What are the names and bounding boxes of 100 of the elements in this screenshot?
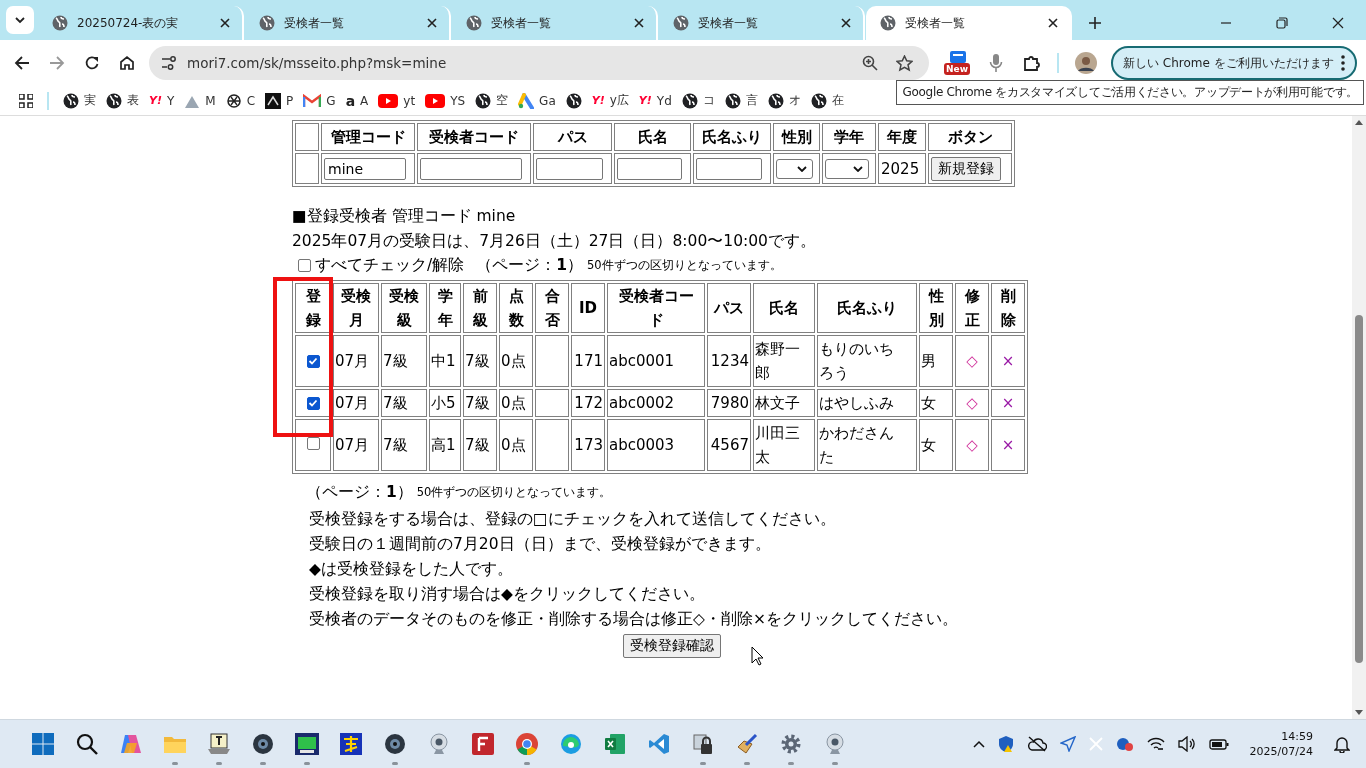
- clock[interactable]: 14:59 2025/07/24: [1249, 729, 1313, 759]
- input-field[interactable]: [617, 157, 682, 180]
- column-header: 氏名ふり: [693, 123, 771, 151]
- globe-icon: [475, 92, 492, 109]
- edit-link[interactable]: ◇: [955, 389, 989, 417]
- cloud-icon[interactable]: [1115, 736, 1134, 752]
- bookmark[interactable]: オ: [767, 92, 801, 109]
- back-icon[interactable]: [14, 55, 30, 71]
- edit-link[interactable]: ◇: [955, 335, 989, 387]
- bookmark[interactable]: YS: [425, 93, 466, 108]
- bookmark[interactable]: 言: [724, 92, 758, 109]
- delete-link[interactable]: ×: [991, 389, 1025, 417]
- table-cell: 173: [571, 419, 605, 471]
- column-header: 前級: [463, 283, 497, 333]
- scroll-down-icon[interactable]: [1355, 710, 1363, 716]
- globe-icon: [673, 15, 689, 31]
- column-header: 修正: [955, 283, 989, 333]
- bookmark[interactable]: P: [265, 92, 294, 109]
- edit-link[interactable]: ◇: [955, 419, 989, 471]
- new-tab-icon[interactable]: [1089, 17, 1101, 29]
- more-icon[interactable]: [1341, 55, 1345, 71]
- exam-date-note: 2025年07月の受験日は、7月26日（土）27日（日）8:00〜10:00です。: [292, 231, 817, 252]
- bookmark[interactable]: コ: [681, 92, 715, 109]
- checkbox[interactable]: [298, 258, 311, 272]
- close-icon[interactable]: [427, 18, 437, 28]
- confirm-button[interactable]: 受検登録確認: [623, 634, 721, 658]
- close-icon[interactable]: [220, 18, 230, 28]
- bookmark[interactable]: yt: [378, 93, 416, 108]
- delete-link[interactable]: ×: [991, 419, 1025, 471]
- section-title: ■登録受検者 管理コード mine: [292, 206, 517, 227]
- scroll-up-icon[interactable]: [1355, 119, 1363, 125]
- knot-icon: [225, 92, 242, 109]
- bookmark[interactable]: C: [225, 92, 256, 109]
- bookmark[interactable]: [565, 92, 582, 109]
- bookmark[interactable]: 表: [106, 92, 139, 109]
- dropdown[interactable]: [825, 158, 869, 179]
- logo-mark: Y!: [638, 95, 652, 106]
- check-all-label[interactable]: すべてチェック/解除: [315, 254, 465, 276]
- bookmark[interactable]: 空: [475, 92, 509, 109]
- input-field[interactable]: [536, 157, 603, 180]
- input-field[interactable]: [696, 157, 762, 180]
- tab-search-button[interactable]: [6, 6, 34, 34]
- input-field[interactable]: mine: [324, 157, 406, 180]
- reload-icon[interactable]: [84, 55, 100, 71]
- camera-icon: [384, 733, 406, 755]
- bookmark[interactable]: M: [184, 92, 216, 109]
- bookmark[interactable]: 実: [63, 92, 96, 109]
- wifi-icon[interactable]: [1146, 736, 1165, 752]
- puzzle-icon[interactable]: [1023, 54, 1041, 72]
- dropdown[interactable]: [776, 158, 813, 179]
- microphone-icon[interactable]: [989, 53, 1003, 73]
- delete-link[interactable]: ×: [991, 335, 1025, 387]
- site-settings-icon[interactable]: [161, 56, 177, 70]
- browser-tab[interactable]: 受検者一覧: [866, 6, 1072, 40]
- close-icon[interactable]: [634, 18, 644, 28]
- battery-icon[interactable]: [1208, 737, 1229, 751]
- address-bar[interactable]: mori7.com/sk/msseito.php?msk=mine: [149, 46, 929, 80]
- cloud-off-icon[interactable]: [1026, 736, 1047, 752]
- bell-icon[interactable]: [1334, 735, 1350, 753]
- bookmark[interactable]: Y! y広: [591, 92, 629, 109]
- close-icon[interactable]: [1048, 18, 1058, 28]
- browser-tab[interactable]: 受検者一覧: [452, 6, 658, 40]
- bookmark[interactable]: Ga: [518, 92, 556, 109]
- restore-icon[interactable]: [1276, 17, 1288, 29]
- checkbox[interactable]: [306, 396, 320, 410]
- checkbox[interactable]: [306, 354, 320, 368]
- close-icon[interactable]: [841, 18, 851, 28]
- forward-icon[interactable]: [49, 55, 65, 71]
- browser-tab[interactable]: 受検者一覧: [245, 6, 451, 40]
- zoom-icon[interactable]: [862, 55, 878, 71]
- input-field[interactable]: [420, 157, 522, 180]
- extension-icon: [948, 50, 968, 64]
- speaker-icon[interactable]: [1177, 736, 1196, 752]
- shield-icon[interactable]: [997, 735, 1014, 753]
- home-icon[interactable]: [119, 55, 135, 71]
- send-icon[interactable]: [1059, 736, 1076, 752]
- mail-icon: [303, 93, 322, 108]
- close-icon[interactable]: [1332, 17, 1344, 29]
- column-header: 受検月: [333, 283, 379, 333]
- bookmark[interactable]: a A: [345, 93, 369, 108]
- apps-icon[interactable]: [19, 93, 33, 108]
- bookmark[interactable]: Y! Y: [149, 93, 175, 108]
- logo-mark: Y!: [591, 95, 605, 106]
- globe-icon: [724, 92, 741, 109]
- browser-tab[interactable]: 20250724-表の実: [38, 6, 244, 40]
- bookmark[interactable]: 在: [810, 92, 844, 109]
- bookmark[interactable]: G: [303, 93, 336, 108]
- browser-tab[interactable]: 受検者一覧: [659, 6, 865, 40]
- column-header: 氏名ふり: [817, 283, 917, 333]
- chevron-up-icon[interactable]: [972, 740, 985, 748]
- update-button[interactable]: 新しい Chrome をご利用いただけます: [1111, 46, 1357, 80]
- table-cell: 7級: [381, 389, 427, 417]
- checkbox[interactable]: [306, 437, 320, 450]
- star-icon[interactable]: [896, 54, 913, 72]
- settings-icon: [780, 733, 802, 755]
- register-button[interactable]: 新規登録: [931, 156, 1001, 181]
- scrollbar[interactable]: [1352, 116, 1366, 719]
- extension-button[interactable]: New: [945, 48, 971, 78]
- profile-avatar[interactable]: [1075, 52, 1097, 74]
- bookmark[interactable]: Y! Yd: [638, 93, 672, 108]
